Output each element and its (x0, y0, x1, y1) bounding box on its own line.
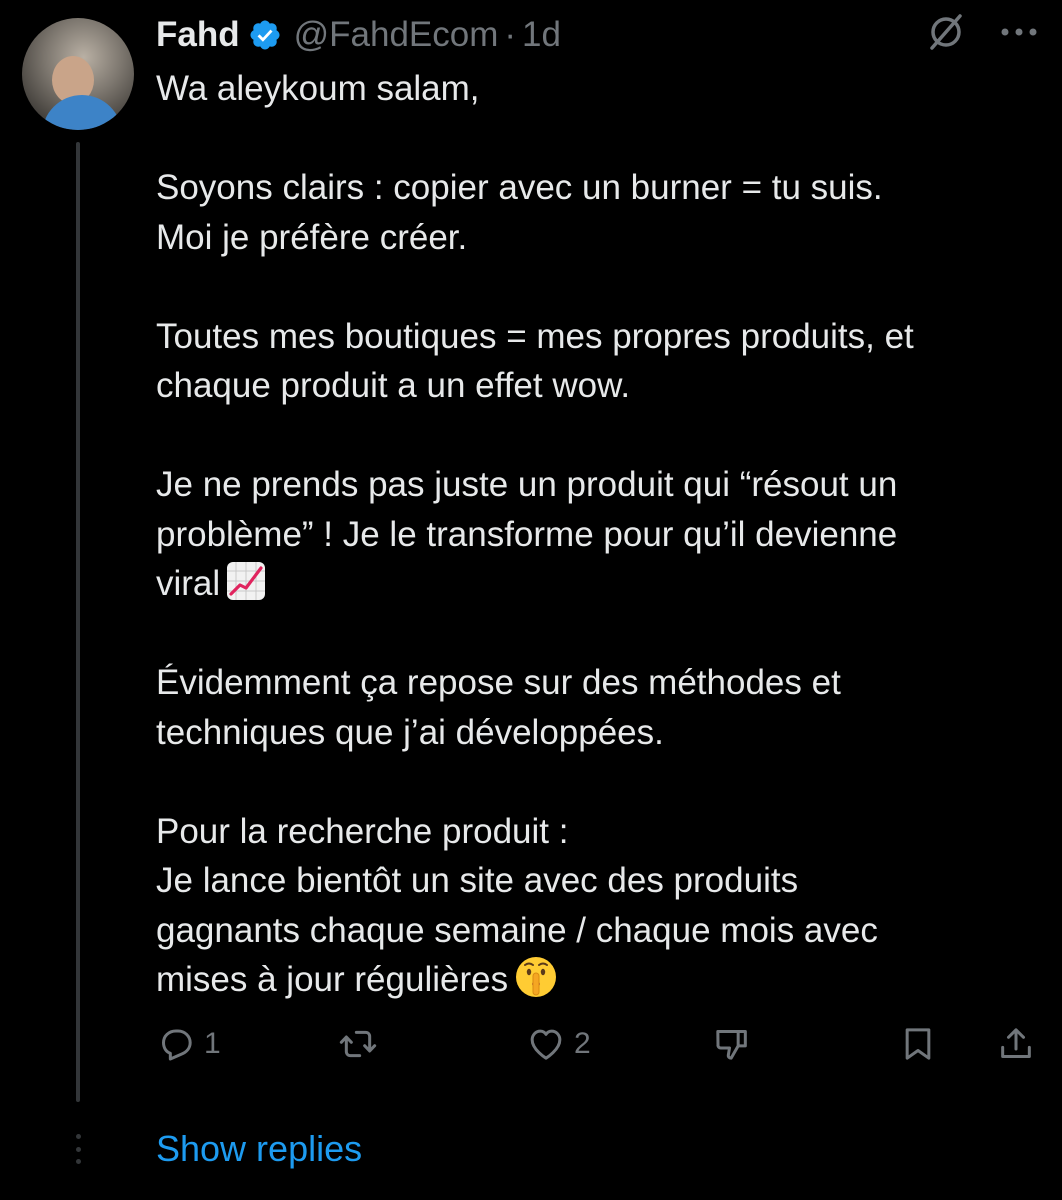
share-icon (1001, 1028, 1031, 1058)
shushing-face-emoji-icon (516, 957, 557, 997)
verified-badge-icon (250, 20, 280, 50)
author-name[interactable]: Fahd (156, 15, 240, 55)
paragraph-5: Évidemment ça repose sur des méthodes et… (156, 663, 841, 752)
dislike-icon (716, 1030, 747, 1060)
bookmark-icon (905, 1028, 931, 1060)
bookmark-button[interactable] (898, 1018, 938, 1070)
reply-icon (162, 1029, 192, 1061)
tweet-text: Wa aleykoum salam, Soyons clairs : copie… (156, 64, 1036, 1005)
thread-dots (73, 1134, 83, 1164)
like-icon (530, 1029, 562, 1060)
paragraph-4: Je ne prends pas juste un produit qui “r… (156, 465, 898, 603)
chart-increasing-emoji-icon (227, 562, 266, 600)
show-replies-link[interactable]: Show replies (156, 1128, 362, 1170)
more-icon[interactable] (1000, 26, 1038, 38)
paragraph-1: Wa aleykoum salam, (156, 69, 480, 108)
share-button[interactable] (996, 1018, 1036, 1070)
timestamp: 1d (522, 15, 561, 54)
retweet-icon (339, 1030, 377, 1058)
thread-line (76, 142, 80, 1102)
dislike-button[interactable] (712, 1018, 752, 1070)
retweet-button[interactable] (336, 1018, 380, 1070)
author-handle[interactable]: @FahdEcom · 1d (294, 15, 561, 55)
paragraph-2: Soyons clairs : copier avec un burner = … (156, 168, 883, 257)
avatar[interactable] (22, 18, 134, 130)
reply-button[interactable]: 1 (156, 1018, 221, 1070)
header-actions (926, 12, 1038, 52)
grok-icon[interactable] (926, 12, 966, 52)
paragraph-6: Pour la recherche produit : Je lance bie… (156, 811, 878, 1000)
tweet-header: Fahd @FahdEcom · 1d (156, 10, 561, 60)
like-count: 2 (574, 1027, 591, 1060)
like-button[interactable]: 2 (526, 1018, 591, 1070)
reply-count: 1 (204, 1027, 221, 1060)
paragraph-3: Toutes mes boutiques = mes propres produ… (156, 316, 914, 406)
tweet-actions: 1 2 (156, 1018, 1036, 1070)
